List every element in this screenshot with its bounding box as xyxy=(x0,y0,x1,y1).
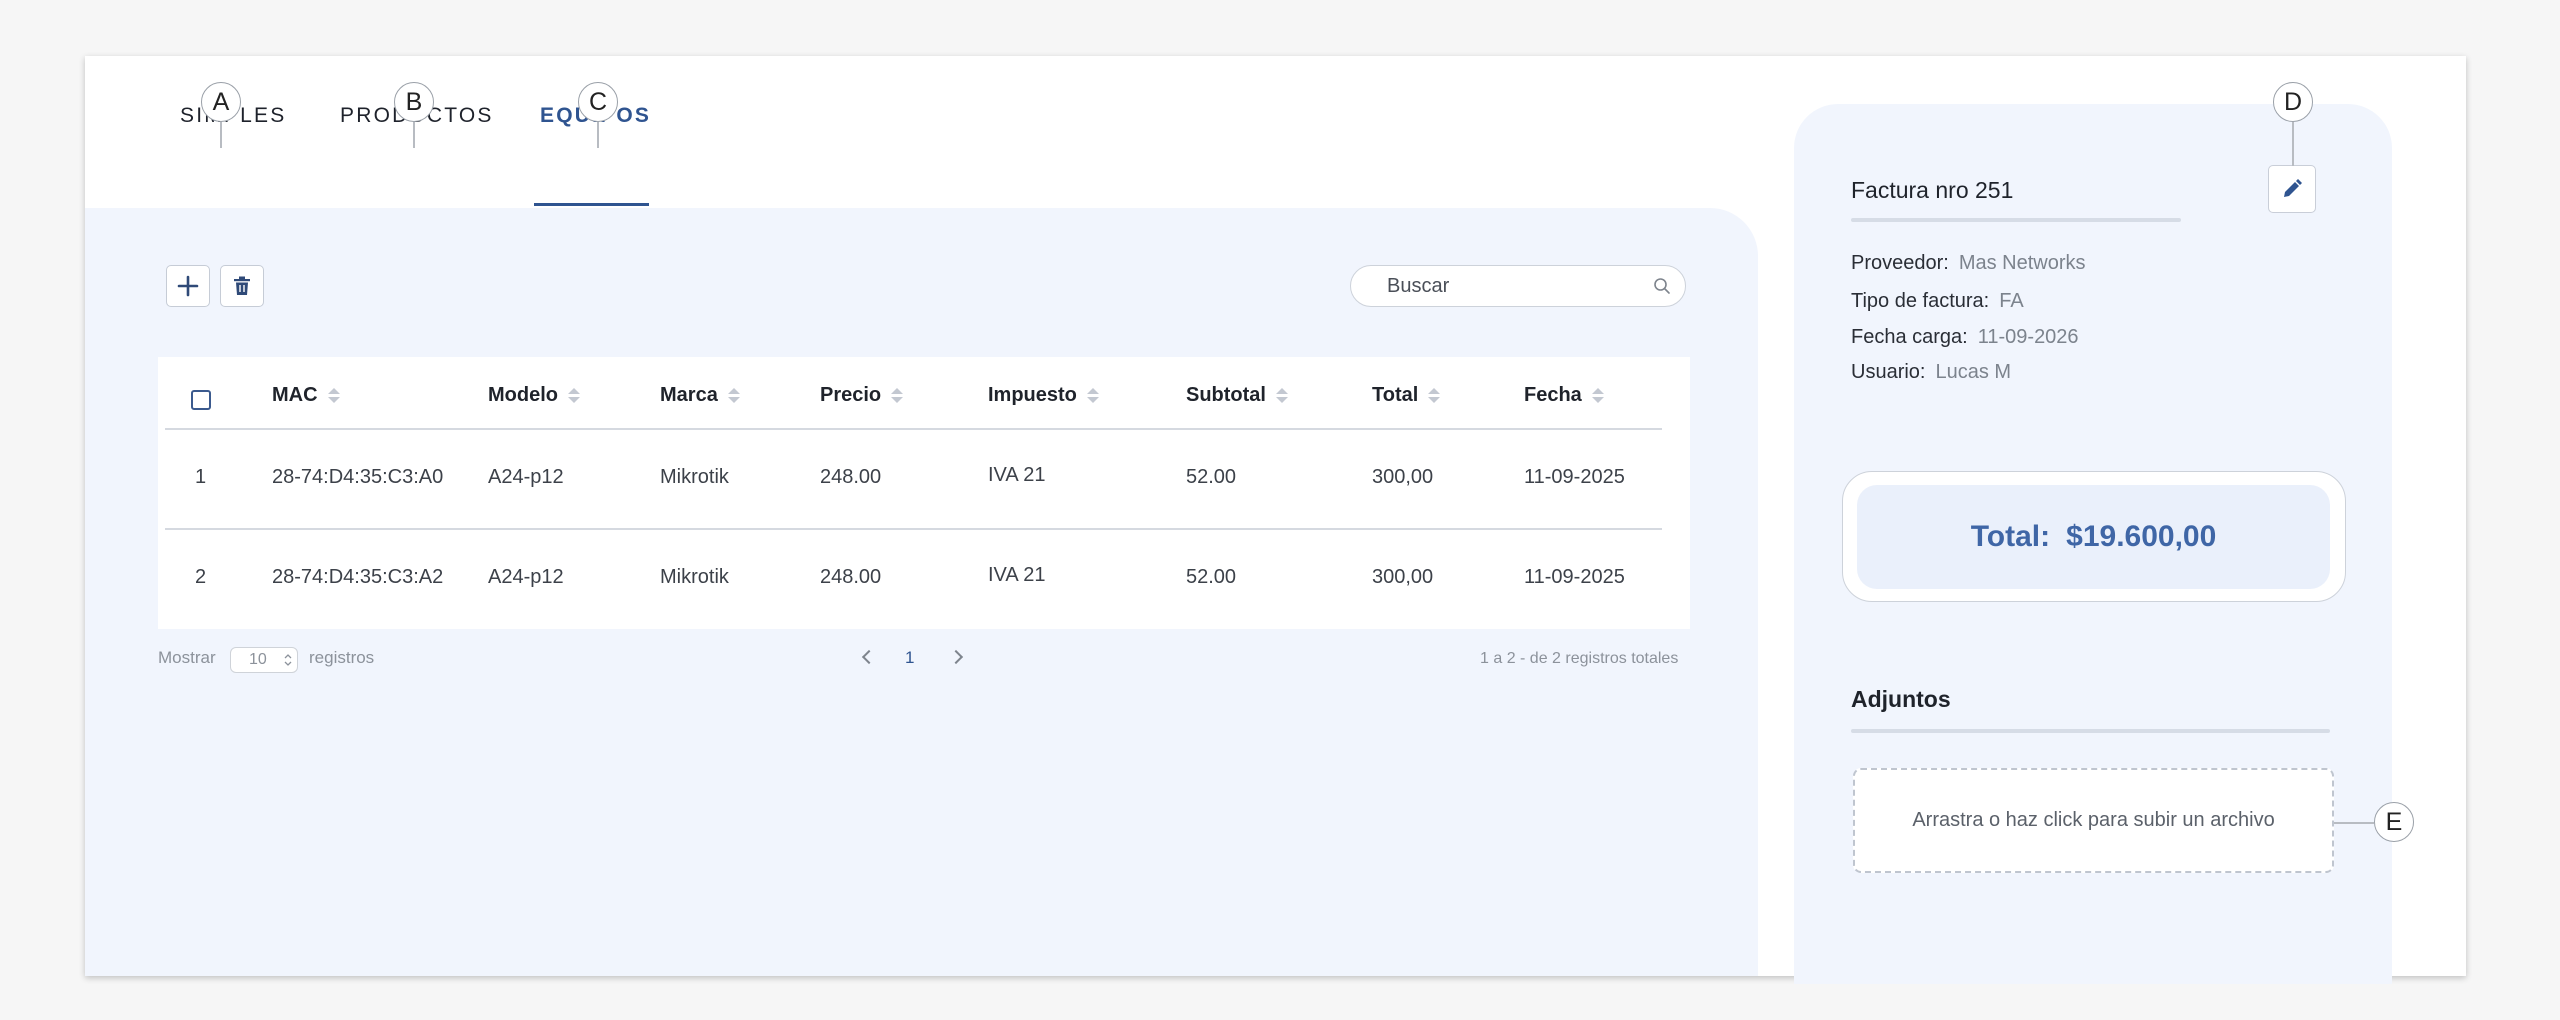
callout-d: D xyxy=(2273,82,2313,122)
cell-fecha: 11-09-2025 xyxy=(1524,566,1625,588)
cell-mac: 28-74:D4:35:C3:A0 xyxy=(272,466,444,488)
records-label: registros xyxy=(309,648,375,667)
current-page[interactable]: 1 xyxy=(905,648,914,668)
sort-icon xyxy=(568,388,580,403)
select-all-checkbox[interactable] xyxy=(191,390,211,410)
attachments-title: Adjuntos xyxy=(1851,686,1951,712)
search-icon xyxy=(1654,278,1670,294)
callout-connector xyxy=(413,122,415,148)
sort-icon xyxy=(1276,388,1288,403)
cell-precio: 248.00 xyxy=(820,466,882,488)
cell-modelo: A24-p12 xyxy=(488,466,564,488)
active-tab-indicator xyxy=(534,203,649,206)
cell-subtotal: 52.00 xyxy=(1186,566,1237,588)
column-header-precio[interactable]: Precio xyxy=(820,384,904,407)
header-divider xyxy=(165,428,1662,430)
cell-mac: 28-74:D4:35:C3:A2 xyxy=(272,566,444,588)
callout-connector xyxy=(597,122,599,148)
title-underline xyxy=(1851,218,2181,222)
cell-total: 300,00 xyxy=(1372,466,1434,488)
page-size-select[interactable]: 10 xyxy=(230,647,298,673)
search-input[interactable]: Buscar xyxy=(1350,265,1686,307)
invoice-field-usuario: Usuario: Lucas M xyxy=(1851,361,2012,383)
cell-precio: 248.00 xyxy=(820,566,882,588)
callout-connector xyxy=(220,122,222,148)
invoice-title: Factura nro 251 xyxy=(1851,177,2014,203)
attachments-underline xyxy=(1851,729,2330,733)
row-divider xyxy=(165,528,1662,530)
cell-marca: Mikrotik xyxy=(660,466,729,488)
sort-icon xyxy=(727,388,740,403)
column-header-marca[interactable]: Marca xyxy=(660,384,740,407)
page-size-value: 10 xyxy=(249,651,267,668)
show-label: Mostrar xyxy=(158,648,216,667)
column-header-total[interactable]: Total xyxy=(1372,384,1441,407)
cell-marca: Mikrotik xyxy=(660,566,729,588)
records-summary: 1 a 2 - de 2 registros totales xyxy=(1480,650,1679,667)
invoice-field-tipo: Tipo de factura: FA xyxy=(1851,290,2024,312)
dropzone-text: Arrastra o haz click para subir un archi… xyxy=(1912,809,2275,831)
sort-icon xyxy=(327,388,340,403)
column-header-subtotal[interactable]: Subtotal xyxy=(1186,384,1288,407)
sort-icon xyxy=(1086,388,1099,403)
invoice-field-proveedor: Proveedor: Mas Networks xyxy=(1851,252,2086,274)
cell-impuesto: IVA 21 xyxy=(988,464,1046,486)
row-number: 2 xyxy=(195,566,207,588)
cell-modelo: A24-p12 xyxy=(488,566,564,588)
callout-connector xyxy=(2292,122,2294,166)
column-header-modelo[interactable]: Modelo xyxy=(488,384,580,407)
sort-icon xyxy=(1591,388,1604,403)
cell-subtotal: 52.00 xyxy=(1186,466,1237,488)
pencil-icon xyxy=(2284,179,2302,197)
row-number: 1 xyxy=(195,466,207,488)
cell-impuesto: IVA 21 xyxy=(988,564,1046,586)
column-header-fecha[interactable]: Fecha xyxy=(1524,384,1604,407)
invoice-field-fecha: Fecha carga: 11-09-2026 xyxy=(1851,326,2079,348)
invoice-total: Total: $19.600,00 xyxy=(1857,485,2330,589)
cell-fecha: 11-09-2025 xyxy=(1524,466,1625,488)
callout-connector xyxy=(2334,822,2374,824)
callout-b: B xyxy=(394,82,434,122)
stepper-arrows-icon xyxy=(284,654,292,666)
edit-invoice-button[interactable] xyxy=(2268,165,2316,213)
sort-icon xyxy=(1428,388,1441,403)
file-dropzone[interactable]: Arrastra o haz click para subir un archi… xyxy=(1853,768,2334,873)
cell-total: 300,00 xyxy=(1372,566,1434,588)
sort-icon xyxy=(891,388,904,403)
delete-button[interactable] xyxy=(220,265,264,307)
callout-a: A xyxy=(201,82,241,122)
trash-icon xyxy=(234,276,250,295)
callout-c: C xyxy=(578,82,618,122)
column-header-impuesto[interactable]: Impuesto xyxy=(988,384,1099,407)
column-header-mac[interactable]: MAC xyxy=(272,384,340,407)
plus-icon xyxy=(177,275,199,297)
add-button[interactable] xyxy=(166,265,210,307)
search-placeholder: Buscar xyxy=(1387,275,1450,297)
callout-e: E xyxy=(2374,802,2414,842)
